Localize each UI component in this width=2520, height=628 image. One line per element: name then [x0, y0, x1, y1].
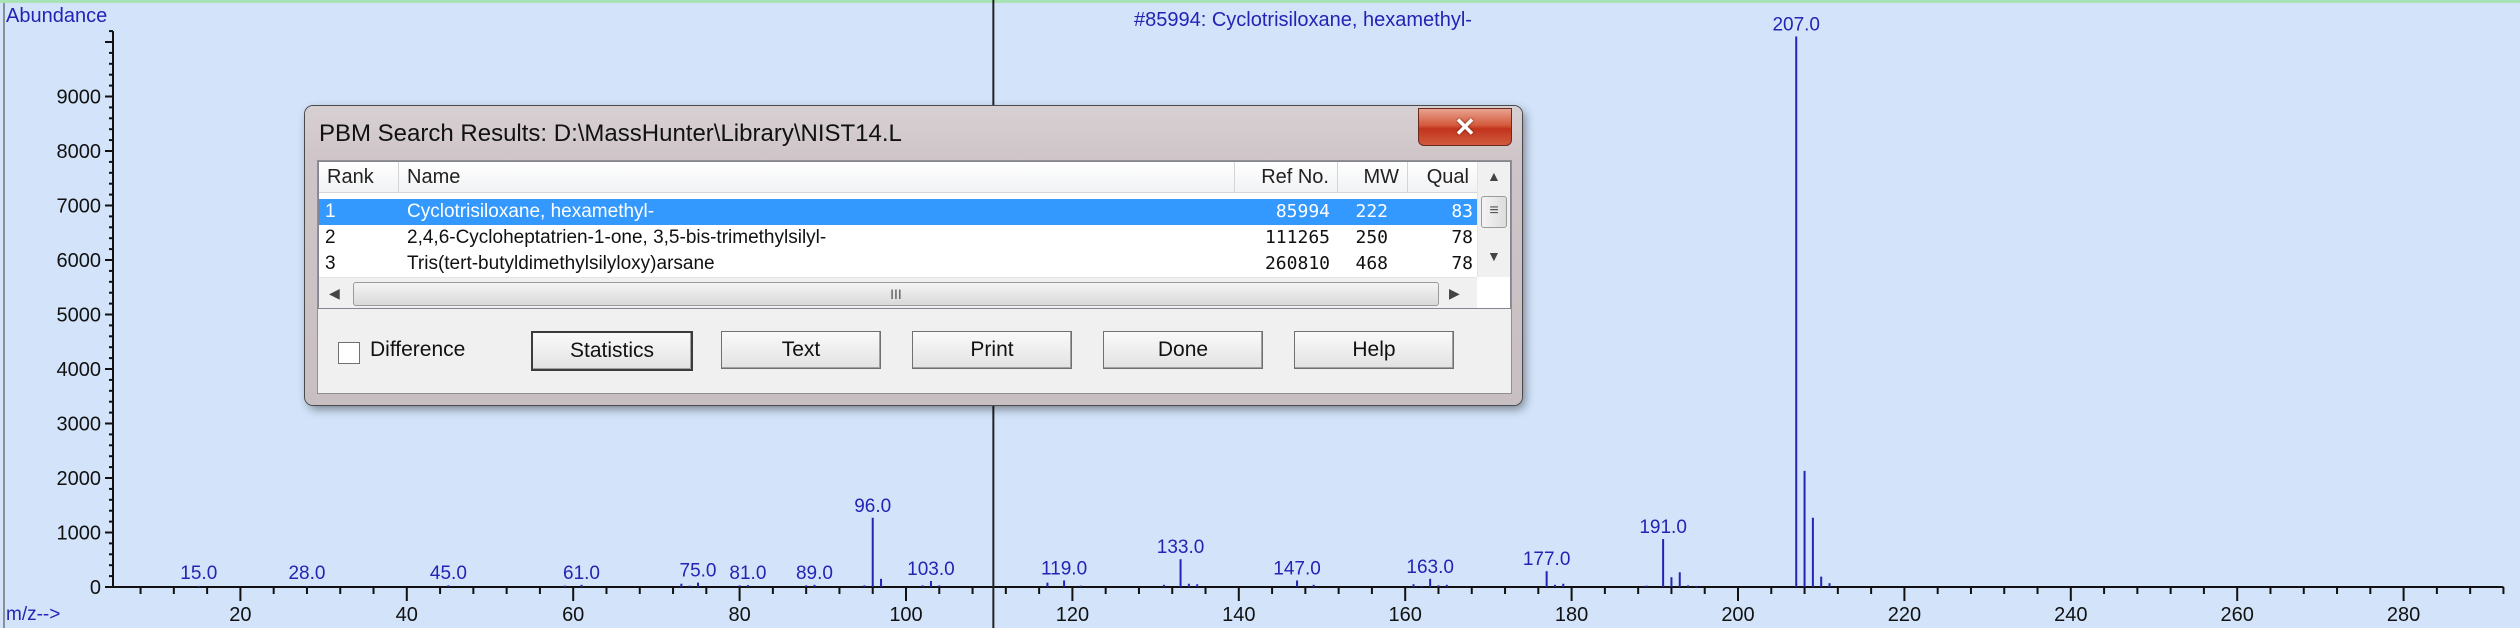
rank-cell: 1 — [325, 201, 336, 222]
x-tick-label: 120 — [1056, 604, 1089, 626]
peak-label: 75.0 — [680, 561, 717, 582]
qual-cell: 78 — [1451, 253, 1473, 274]
y-tick-label: 4000 — [57, 359, 102, 381]
name-cell: Tris(tert-butyldimethylsilyloxy)arsane — [407, 253, 715, 274]
x-tick-label: 240 — [2054, 604, 2087, 626]
peak-label: 61.0 — [563, 563, 600, 584]
ref-cell: 260810 — [1264, 253, 1330, 274]
x-axis-label: m/z--> — [6, 604, 60, 625]
column-header-ref-no[interactable]: Ref No. — [1235, 162, 1338, 193]
peak-label: 15.0 — [180, 563, 217, 584]
peak-label: 103.0 — [907, 559, 955, 580]
y-tick-label: 7000 — [57, 196, 102, 218]
peak-label: 96.0 — [854, 496, 891, 517]
scroll-up-icon[interactable]: ▲ — [1487, 168, 1501, 184]
peak-label: 119.0 — [1041, 558, 1087, 579]
dialog-title: PBM Search Results: D:\MassHunter\Librar… — [319, 120, 902, 147]
print-button[interactable]: Print — [912, 331, 1072, 369]
horizontal-scroll-thumb[interactable]: III — [353, 282, 1439, 306]
column-header-name[interactable]: Name — [399, 162, 1235, 193]
x-tick-label: 280 — [2387, 604, 2420, 626]
ref-cell: 111265 — [1264, 227, 1330, 248]
column-header-rank[interactable]: Rank — [319, 162, 399, 193]
y-tick-label: 9000 — [57, 87, 102, 109]
x-tick-label: 60 — [562, 604, 584, 626]
peak-label: 191.0 — [1639, 517, 1687, 538]
x-tick-label: 20 — [229, 604, 251, 626]
text-button[interactable]: Text — [721, 331, 881, 369]
column-header-qual[interactable]: Qual — [1408, 162, 1478, 193]
close-button[interactable]: ✕ — [1418, 108, 1512, 146]
done-button[interactable]: Done — [1103, 331, 1263, 369]
y-axis-label: Abundance — [6, 5, 107, 27]
statistics-button[interactable]: Statistics — [531, 331, 693, 371]
mw-cell: 468 — [1355, 253, 1388, 274]
y-tick-label: 5000 — [57, 305, 102, 327]
x-tick-label: 100 — [889, 604, 922, 626]
y-tick-label: 6000 — [57, 250, 102, 272]
peak-label: 81.0 — [729, 563, 766, 584]
pbm-search-results-dialog: PBM Search Results: D:\MassHunter\Librar… — [305, 106, 1522, 405]
x-tick-label: 140 — [1222, 604, 1255, 626]
difference-label: Difference — [370, 338, 466, 361]
result-row[interactable]: 2 2,4,6-Cycloheptatrien-1-one, 3,5-bis-t… — [319, 225, 1477, 251]
peak-label: 163.0 — [1406, 557, 1454, 578]
y-tick-label: 3000 — [57, 414, 102, 436]
x-tick-label: 200 — [1721, 604, 1754, 626]
column-header-mw[interactable]: MW — [1338, 162, 1408, 193]
mw-cell: 250 — [1355, 227, 1388, 248]
help-button[interactable]: Help — [1294, 331, 1454, 369]
horizontal-scrollbar[interactable]: ◀ III ▶ — [319, 277, 1477, 308]
grip-icon: ≡ — [1489, 202, 1499, 219]
x-tick-label: 260 — [2221, 604, 2254, 626]
scroll-down-icon[interactable]: ▼ — [1487, 248, 1501, 264]
result-row[interactable]: 3 Tris(tert-butyldimethylsilyloxy)arsane… — [319, 251, 1477, 277]
y-tick-label: 0 — [90, 577, 101, 599]
qual-cell: 78 — [1451, 227, 1473, 248]
x-tick-label: 80 — [728, 604, 750, 626]
peak-label: 28.0 — [288, 563, 325, 584]
difference-checkbox[interactable] — [338, 342, 360, 364]
scroll-left-icon[interactable]: ◀ — [329, 285, 340, 302]
peak-label: 147.0 — [1273, 558, 1321, 579]
scroll-right-icon[interactable]: ▶ — [1449, 285, 1460, 302]
x-tick-label: 160 — [1389, 604, 1422, 626]
result-row[interactable]: 1 Cyclotrisiloxane, hexamethyl- 85994 22… — [319, 199, 1477, 225]
results-list[interactable]: Rank Name Ref No. MW Qual 1 Cyclotrisilo… — [318, 161, 1511, 309]
chart-title: #85994: Cyclotrisiloxane, hexamethyl- — [1134, 9, 1472, 31]
grip-icon: III — [890, 286, 902, 302]
qual-cell: 83 — [1451, 201, 1473, 222]
close-icon: ✕ — [1454, 111, 1476, 142]
vertical-scrollbar[interactable]: ▲ ≡ ▼ — [1477, 162, 1510, 277]
mw-cell: 222 — [1355, 201, 1388, 222]
y-tick-label: 1000 — [57, 523, 102, 545]
x-tick-label: 180 — [1555, 604, 1588, 626]
peak-label: 89.0 — [796, 563, 833, 584]
dialog-client-area: Rank Name Ref No. MW Qual 1 Cyclotrisilo… — [317, 160, 1512, 394]
peak-label: 133.0 — [1157, 537, 1205, 558]
name-cell: Cyclotrisiloxane, hexamethyl- — [407, 201, 655, 222]
x-tick-label: 40 — [396, 604, 418, 626]
y-tick-label: 8000 — [57, 141, 102, 163]
y-tick-label: 2000 — [57, 468, 102, 490]
peak-label: 177.0 — [1523, 549, 1571, 570]
x-tick-label: 220 — [1888, 604, 1921, 626]
peak-label: 45.0 — [430, 563, 467, 584]
name-cell: 2,4,6-Cycloheptatrien-1-one, 3,5-bis-tri… — [407, 227, 827, 248]
vertical-scroll-thumb[interactable]: ≡ — [1481, 196, 1507, 228]
ref-cell: 85994 — [1275, 201, 1330, 222]
rank-cell: 2 — [325, 227, 336, 248]
peak-label: 207.0 — [1772, 15, 1820, 36]
rank-cell: 3 — [325, 253, 336, 274]
